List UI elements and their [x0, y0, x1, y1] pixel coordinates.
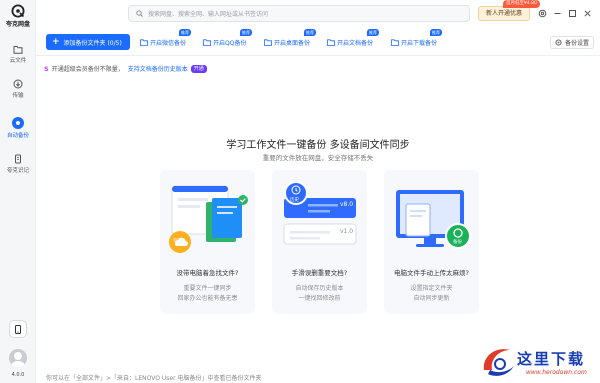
hero-title: 学习工作文件一键备份 多设备间文件同步	[226, 140, 410, 151]
history-label: 历史	[290, 198, 299, 203]
app-version: 4.0.0	[11, 372, 25, 378]
version-history-illustration-icon	[283, 181, 357, 245]
quark-badge-label: 夸克	[173, 239, 182, 244]
feature-card-auto-sync: 备份 电脑文件手动上传太麻烦? 设置指定文件夹 自动同步更新	[384, 170, 479, 314]
hero-subtitle: 重要的文件放在网盘，安全存储不丢失	[262, 154, 374, 162]
gear-icon	[555, 39, 562, 46]
wechat-backup-button[interactable]: 开启微信备份	[140, 36, 186, 49]
feature-card-remote-access: 夸克 没带电脑着急找文件? 重要文件一键同步 回家办公也能有备无患	[160, 170, 255, 314]
watermark-logo-icon	[483, 349, 514, 376]
backup-toolbar: + 添加备份文件夹 (0/5) 开启微信备份 推荐 开启QQ备份 推荐 开启桌面备…	[36, 28, 600, 56]
backup-badge-label: 备份	[453, 240, 462, 245]
folder-icon	[13, 46, 23, 54]
document-backup-label: 开启文档备份	[337, 40, 374, 47]
search-icon	[136, 10, 143, 17]
avatar[interactable]	[9, 349, 27, 367]
folder-sync-icon	[203, 39, 211, 46]
svip-icon: S	[44, 64, 49, 73]
vip-offer-button[interactable]: 新人开通优惠	[478, 6, 530, 21]
download-backup-button[interactable]: 开启下载备份	[391, 36, 437, 49]
documents-illustration-icon	[169, 185, 248, 253]
notice-link[interactable]: 支持文档备份历史版本	[128, 64, 188, 73]
watermark-text: 这里下载	[517, 350, 586, 368]
sidebar-item-transfer[interactable]: 传输	[0, 79, 36, 99]
open-svip-button[interactable]: 开通	[190, 64, 207, 73]
notice-text: 开通超级会员备份不限量，	[51, 66, 124, 73]
recommend-tag: 推荐	[430, 29, 442, 36]
app-name: 夸克网盘	[5, 21, 30, 28]
card-title: 电脑文件手动上传太麻烦?	[394, 269, 469, 277]
recommend-tag: 推荐	[240, 29, 252, 36]
card-desc: 自动同步更新	[413, 295, 450, 302]
desktop-backup-button[interactable]: 开启桌面备份	[264, 36, 310, 49]
document-backup-button[interactable]: 开启文档备份	[327, 36, 373, 49]
quark-logo-icon	[11, 4, 25, 18]
recommend-tag: 推荐	[367, 29, 379, 36]
wechat-backup-label: 开启微信备份	[150, 40, 187, 47]
card-desc: 设置指定文件夹	[410, 285, 453, 292]
app-brand[interactable]: 夸克网盘	[0, 4, 36, 28]
desktop-backup-label: 开启桌面备份	[274, 40, 311, 47]
svip-notice: S 开通超级会员备份不限量， 支持文档备份历史版本 开通	[44, 64, 207, 73]
plus-icon: +	[52, 36, 60, 47]
folder-sync-icon	[391, 39, 399, 46]
sidebar: 夸克网盘 云文件 传输 自动备份 夸克识记 4.0.0	[0, 0, 36, 383]
search-input[interactable]: 搜索网盘、搜索全网、输入网址或从书签访问	[128, 5, 470, 22]
vip-offer-label: 新人开通优惠	[485, 10, 522, 17]
qq-backup-label: 开启QQ备份	[213, 40, 247, 47]
folder-sync-icon	[264, 39, 272, 46]
backup-icon	[12, 117, 24, 129]
search-placeholder: 搜索网盘、搜索全网、输入网址或从书签访问	[148, 11, 269, 18]
maximize-icon[interactable]	[568, 9, 577, 18]
transfer-icon	[13, 79, 23, 89]
card-title: 没带电脑着急找文件?	[176, 269, 239, 277]
recommend-tag: 推荐	[179, 29, 191, 36]
qq-backup-button[interactable]: 开启QQ备份	[203, 36, 246, 49]
download-backup-label: 开启下载备份	[401, 40, 438, 47]
phone-icon	[15, 324, 21, 334]
folder-sync-icon	[327, 39, 335, 46]
add-backup-folder-button[interactable]: + 添加备份文件夹 (0/5)	[46, 34, 130, 50]
settings-icon[interactable]	[538, 9, 547, 18]
site-watermark: 这里下载 www.herodown.com	[470, 338, 600, 383]
card-desc: 回家办公也能有备无患	[177, 295, 238, 302]
card-title: 手滑误删重要文档?	[291, 269, 348, 277]
card-desc: 自动保存历史版本	[295, 285, 344, 292]
feature-card-version-history: 历史 v8.0 v1.0 手滑误删重要文档? 自动保存历史版本 一键找回修改前	[272, 170, 367, 314]
add-backup-label: 添加备份文件夹 (0/5)	[63, 39, 122, 47]
sidebar-item-label: 夸克识记	[6, 168, 29, 174]
sidebar-item-label: 云文件	[9, 58, 27, 64]
backup-settings-label: 备份设置	[565, 40, 590, 47]
top-bar: 搜索网盘、搜索全网、输入网址或从书签访问 新人开通优惠 首月低至¥4.80	[36, 0, 600, 28]
card-desc: 一键找回修改前	[298, 295, 341, 302]
folder-sync-icon	[140, 39, 148, 46]
watermark-url: www.herodown.com	[526, 369, 587, 376]
close-icon[interactable]	[583, 9, 592, 18]
vip-price-badge: 首月低至¥4.80	[503, 0, 540, 8]
mobile-button[interactable]	[9, 320, 27, 338]
sidebar-item-label: 传输	[12, 93, 24, 99]
version-new-label: v8.0	[340, 201, 354, 208]
card-desc: 重要文件一键同步	[183, 285, 232, 292]
backup-location-hint: 你可以在「全部文件」>「来自：LENOVO User 电脑备份」中查看已备份文件…	[46, 375, 262, 382]
computer-sync-illustration-icon	[396, 190, 471, 249]
minimize-icon[interactable]	[553, 9, 562, 18]
sidebar-item-cloud-files[interactable]: 云文件	[0, 45, 36, 64]
backup-settings-button[interactable]: 备份设置	[550, 36, 595, 49]
version-old-label: v1.0	[340, 228, 354, 235]
recommend-tag: 推荐	[304, 29, 316, 36]
